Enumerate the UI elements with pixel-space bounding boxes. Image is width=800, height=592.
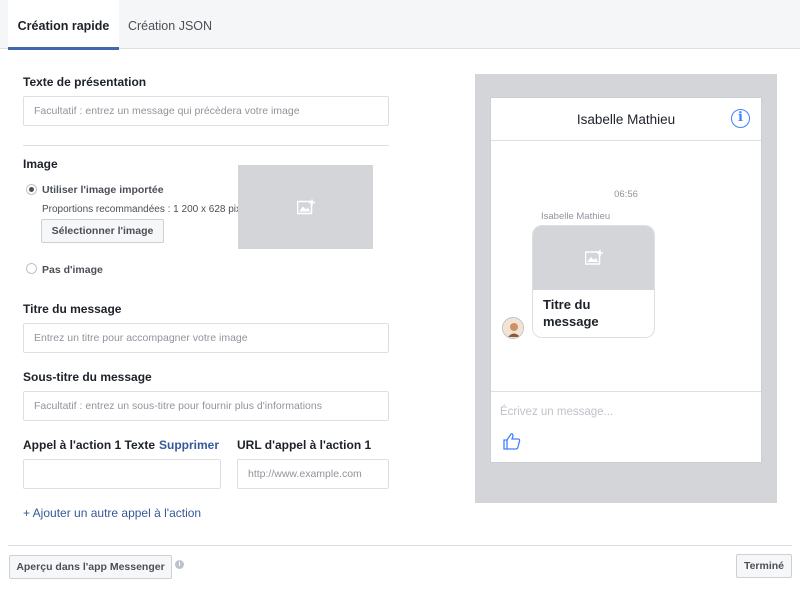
done-button[interactable]: Terminé — [736, 554, 792, 578]
composer-divider — [491, 391, 761, 392]
message-title-input[interactable] — [23, 323, 389, 353]
image-placeholder — [238, 165, 373, 249]
message-subtitle-input[interactable] — [23, 391, 389, 421]
image-icon — [296, 199, 315, 215]
contact-name: Isabelle Mathieu — [576, 112, 676, 127]
info-icon[interactable]: i — [731, 109, 750, 128]
radio-use-uploaded-image-label: Utiliser l'image importée — [42, 184, 164, 196]
message-title-label: Titre du message — [23, 302, 122, 316]
avatar — [502, 317, 524, 339]
cta-url-label: URL d'appel à l'action 1 — [237, 438, 372, 452]
message-composer[interactable]: Écrivez un message... — [500, 406, 613, 418]
cta-text-label: Appel à l'action 1 Texte — [23, 438, 155, 452]
tab-quick-creation[interactable]: Création rapide — [8, 0, 119, 50]
image-icon — [585, 250, 603, 265]
intro-text-input[interactable] — [23, 96, 389, 126]
radio-no-image-label: Pas d'image — [42, 264, 103, 276]
message-card: Titre du message — [532, 225, 655, 338]
intro-text-label: Texte de présentation — [23, 75, 147, 89]
message-subtitle-label: Sous-titre du message — [23, 370, 152, 384]
message-time: 06:56 — [614, 189, 638, 200]
add-cta-link[interactable]: + Ajouter un autre appel à l'action — [23, 506, 201, 520]
recommended-dimensions: Proportions recommandées : 1 200 x 628 p… — [42, 204, 254, 215]
tab-json-creation[interactable]: Création JSON — [120, 0, 220, 49]
messenger-preview: Isabelle Mathieu i 06:56 Isabelle Mathie… — [490, 97, 762, 463]
card-image-placeholder — [533, 226, 654, 290]
select-image-button[interactable]: Sélectionner l'image — [41, 219, 164, 243]
tab-bar: Création rapide Création JSON — [0, 0, 800, 50]
footer-divider — [8, 545, 792, 546]
conversation-header: Isabelle Mathieu i — [491, 98, 761, 141]
cta-url-input[interactable] — [237, 459, 389, 489]
radio-use-uploaded-image[interactable] — [26, 184, 37, 195]
info-icon[interactable]: i — [175, 560, 184, 569]
delete-cta-link[interactable]: Supprimer — [159, 438, 219, 452]
thumbs-up-icon[interactable] — [503, 432, 521, 453]
preview-in-messenger-button[interactable]: Aperçu dans l'app Messenger — [9, 555, 172, 579]
cta-text-input[interactable] — [23, 459, 221, 489]
section-divider — [23, 145, 389, 146]
card-title: Titre du message — [543, 297, 599, 329]
sender-name: Isabelle Mathieu — [541, 211, 611, 222]
radio-no-image[interactable] — [26, 263, 37, 274]
image-label: Image — [23, 157, 58, 171]
